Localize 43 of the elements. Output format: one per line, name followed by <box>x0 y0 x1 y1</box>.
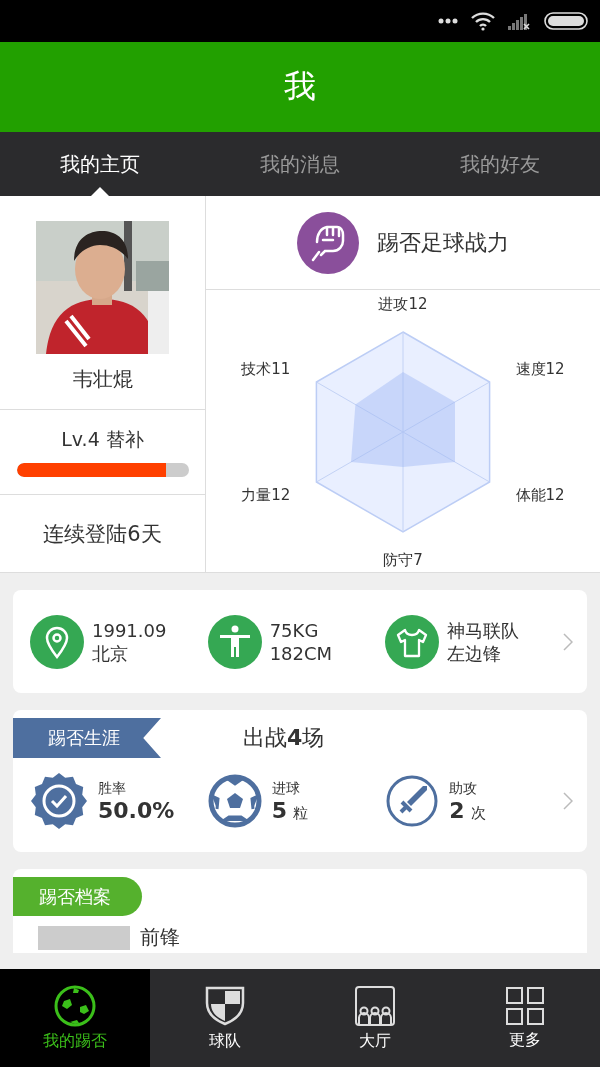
position-label: 前锋 <box>140 924 180 951</box>
page-title: 我 <box>284 66 316 107</box>
player-name: 韦壮焜 <box>72 366 133 393</box>
stat-value: 50.0% <box>98 797 175 823</box>
signal-icon <box>508 12 532 30</box>
info-text: 神马联队 左边锋 <box>447 618 520 665</box>
stat-label: 进球 <box>271 779 301 798</box>
level-label: Lv.4 替补 <box>61 427 144 452</box>
stat-label: 胜率 <box>98 779 127 798</box>
badge-check-icon <box>30 772 88 830</box>
career-ribbon: 踢否生涯 <box>13 718 161 758</box>
radar-axis-label: 防守7 <box>383 550 423 570</box>
tab[interactable]: 我的好友 <box>400 132 600 196</box>
login-streak: 连续登陆6天 <box>43 520 162 548</box>
radar-axis-label: 进攻12 <box>378 294 428 314</box>
stat-label: 助攻 <box>449 779 479 798</box>
soccer-ball-icon <box>54 984 96 1027</box>
shield-icon <box>204 984 246 1027</box>
more-dots-icon <box>438 18 458 24</box>
matches-played: 出战4场 <box>243 724 325 752</box>
chevron-right-icon <box>563 632 573 651</box>
tab[interactable]: 我的消息 <box>200 132 400 196</box>
shirt-icon <box>385 614 440 669</box>
grid-icon <box>505 985 545 1026</box>
person-icon <box>207 614 262 669</box>
power-title: 踢否足球战力 <box>377 228 509 257</box>
battery-icon <box>544 12 588 30</box>
info-text: 1991.09 北京 <box>92 618 167 665</box>
radar-axis-label: 体能12 <box>515 485 565 505</box>
radar-axis-label: 力量12 <box>241 485 291 505</box>
chevron-right-icon <box>563 792 573 810</box>
info-text: 75KG 182CM <box>269 618 333 665</box>
nav-tab[interactable]: 我的踢否 <box>0 969 150 1067</box>
stat-value: 5 粒 <box>271 797 308 823</box>
soccer-ball-icon <box>207 774 262 828</box>
radar-axis-label: 速度12 <box>515 359 565 379</box>
sword-icon <box>385 774 440 828</box>
stat-value: 2 次 <box>449 797 486 823</box>
audience-icon <box>354 984 396 1027</box>
location-pin-icon <box>30 614 84 669</box>
radar-axis-label: 技术11 <box>241 359 291 379</box>
archive-tag: 踢否档案 <box>13 877 142 916</box>
wifi-icon <box>470 11 496 31</box>
